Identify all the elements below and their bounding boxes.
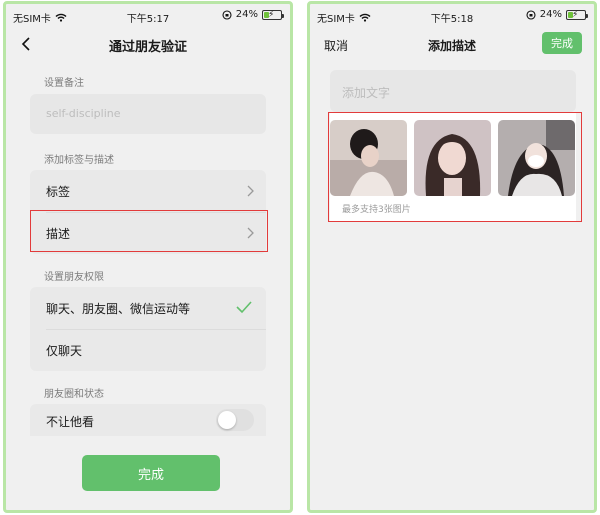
nav-bar: 通过朋友验证	[6, 28, 290, 60]
phone-screen-verify-friend: 无SIM卡 下午5:17 24% ⚡ 通过朋友验证 设置备注 self-disc…	[3, 1, 293, 513]
description-highlight-box	[30, 210, 268, 252]
permission-option-chat[interactable]: 仅聊天	[30, 329, 266, 371]
battery-percent: 24%	[235, 9, 258, 20]
hide-from-label: 不让他看	[46, 415, 95, 429]
status-bar: 无SIM卡 下午5:18 24% ⚡	[310, 4, 594, 28]
permission-option-all-label: 聊天、朋友圈、微信运动等	[46, 302, 191, 316]
remark-placeholder: self-discipline	[46, 107, 121, 120]
battery-percent: 24%	[539, 9, 562, 20]
done-button[interactable]: 完成	[542, 32, 582, 54]
page-title: 通过朋友验证	[108, 40, 187, 55]
remark-section-label: 设置备注	[44, 78, 84, 89]
text-placeholder: 添加文字	[342, 86, 391, 100]
orientation-lock-icon	[526, 9, 536, 20]
chevron-right-icon	[247, 185, 254, 197]
description-text-input[interactable]: 添加文字	[330, 70, 576, 112]
orientation-lock-icon	[222, 9, 232, 20]
tags-row[interactable]: 标签	[30, 170, 266, 212]
permission-option-chat-label: 仅聊天	[46, 344, 83, 358]
photos-highlight-box	[328, 112, 582, 222]
remark-input[interactable]: self-discipline	[30, 94, 266, 134]
phone-screen-add-description: 无SIM卡 下午5:18 24% ⚡ 取消 添加描述 完成 添加文字 最多支持3…	[307, 1, 597, 513]
check-icon	[236, 301, 252, 314]
status-bar: 无SIM卡 下午5:17 24% ⚡	[6, 4, 290, 28]
permission-option-all[interactable]: 聊天、朋友圈、微信运动等	[30, 287, 266, 329]
moments-section-label: 朋友圈和状态	[44, 389, 104, 400]
battery-icon: ⚡	[262, 9, 284, 20]
hide-from-row: 不让他看	[30, 404, 266, 436]
hide-from-toggle[interactable]	[216, 409, 254, 431]
tags-label: 标签	[46, 185, 71, 199]
nav-bar: 取消 添加描述 完成	[310, 28, 594, 60]
tags-section-label: 添加标签与描述	[44, 155, 114, 166]
moments-card: 不让他看	[30, 404, 266, 436]
permission-section-label: 设置朋友权限	[44, 272, 104, 283]
permission-card: 聊天、朋友圈、微信运动等 仅聊天	[30, 287, 266, 371]
battery-icon: ⚡	[566, 9, 588, 20]
done-button[interactable]: 完成	[82, 455, 220, 491]
